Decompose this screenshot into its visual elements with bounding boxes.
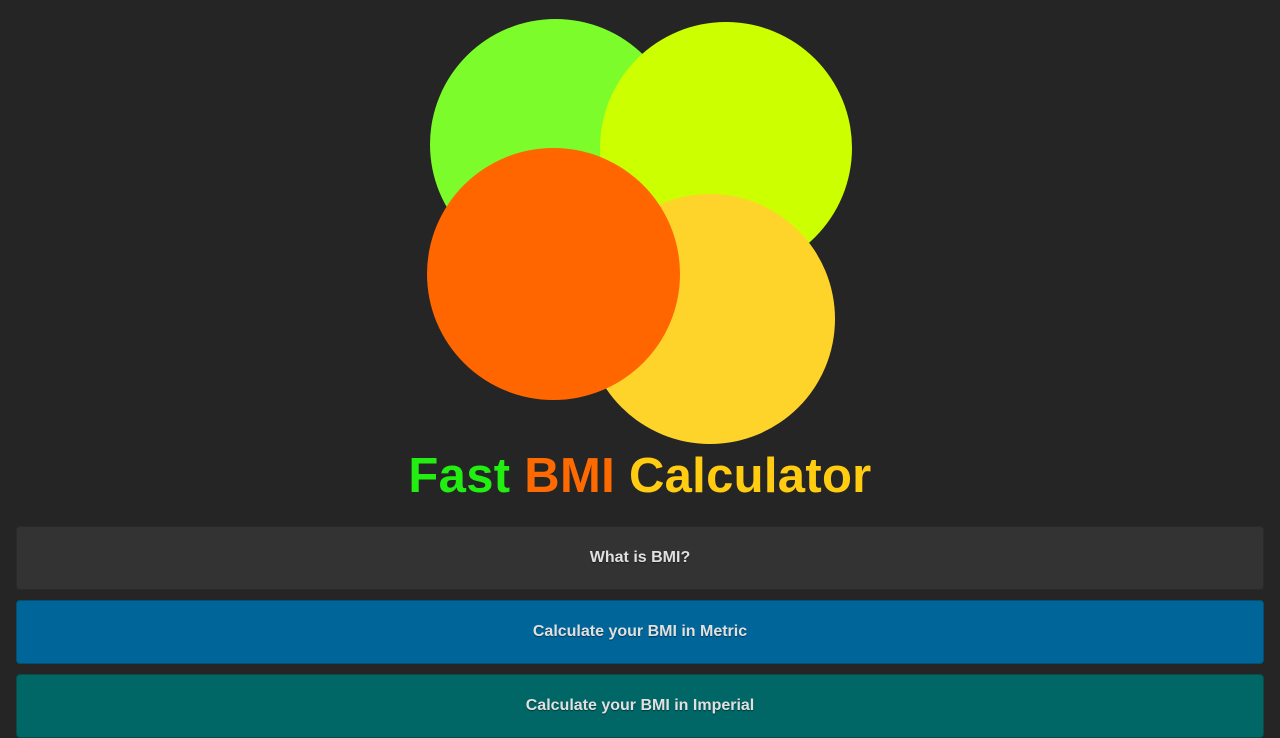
what-is-bmi-label: What is BMI? [589,549,691,566]
app-logo [0,0,1280,450]
title-word-calculator: Calculator [628,449,872,503]
title-word-bmi: BMI [524,449,616,503]
calculate-imperial-button[interactable]: Calculate your BMI in Imperial [16,674,1264,738]
calculate-metric-button[interactable]: Calculate your BMI in Metric [16,600,1264,664]
what-is-bmi-button[interactable]: What is BMI? [16,526,1264,590]
calculate-imperial-label: Calculate your BMI in Imperial [525,697,755,714]
calculate-metric-label: Calculate your BMI in Metric [532,623,748,640]
title-word-fast: Fast [408,449,511,503]
logo-orange-circle [427,148,680,400]
page-title: Fast BMI Calculator [0,446,1280,506]
